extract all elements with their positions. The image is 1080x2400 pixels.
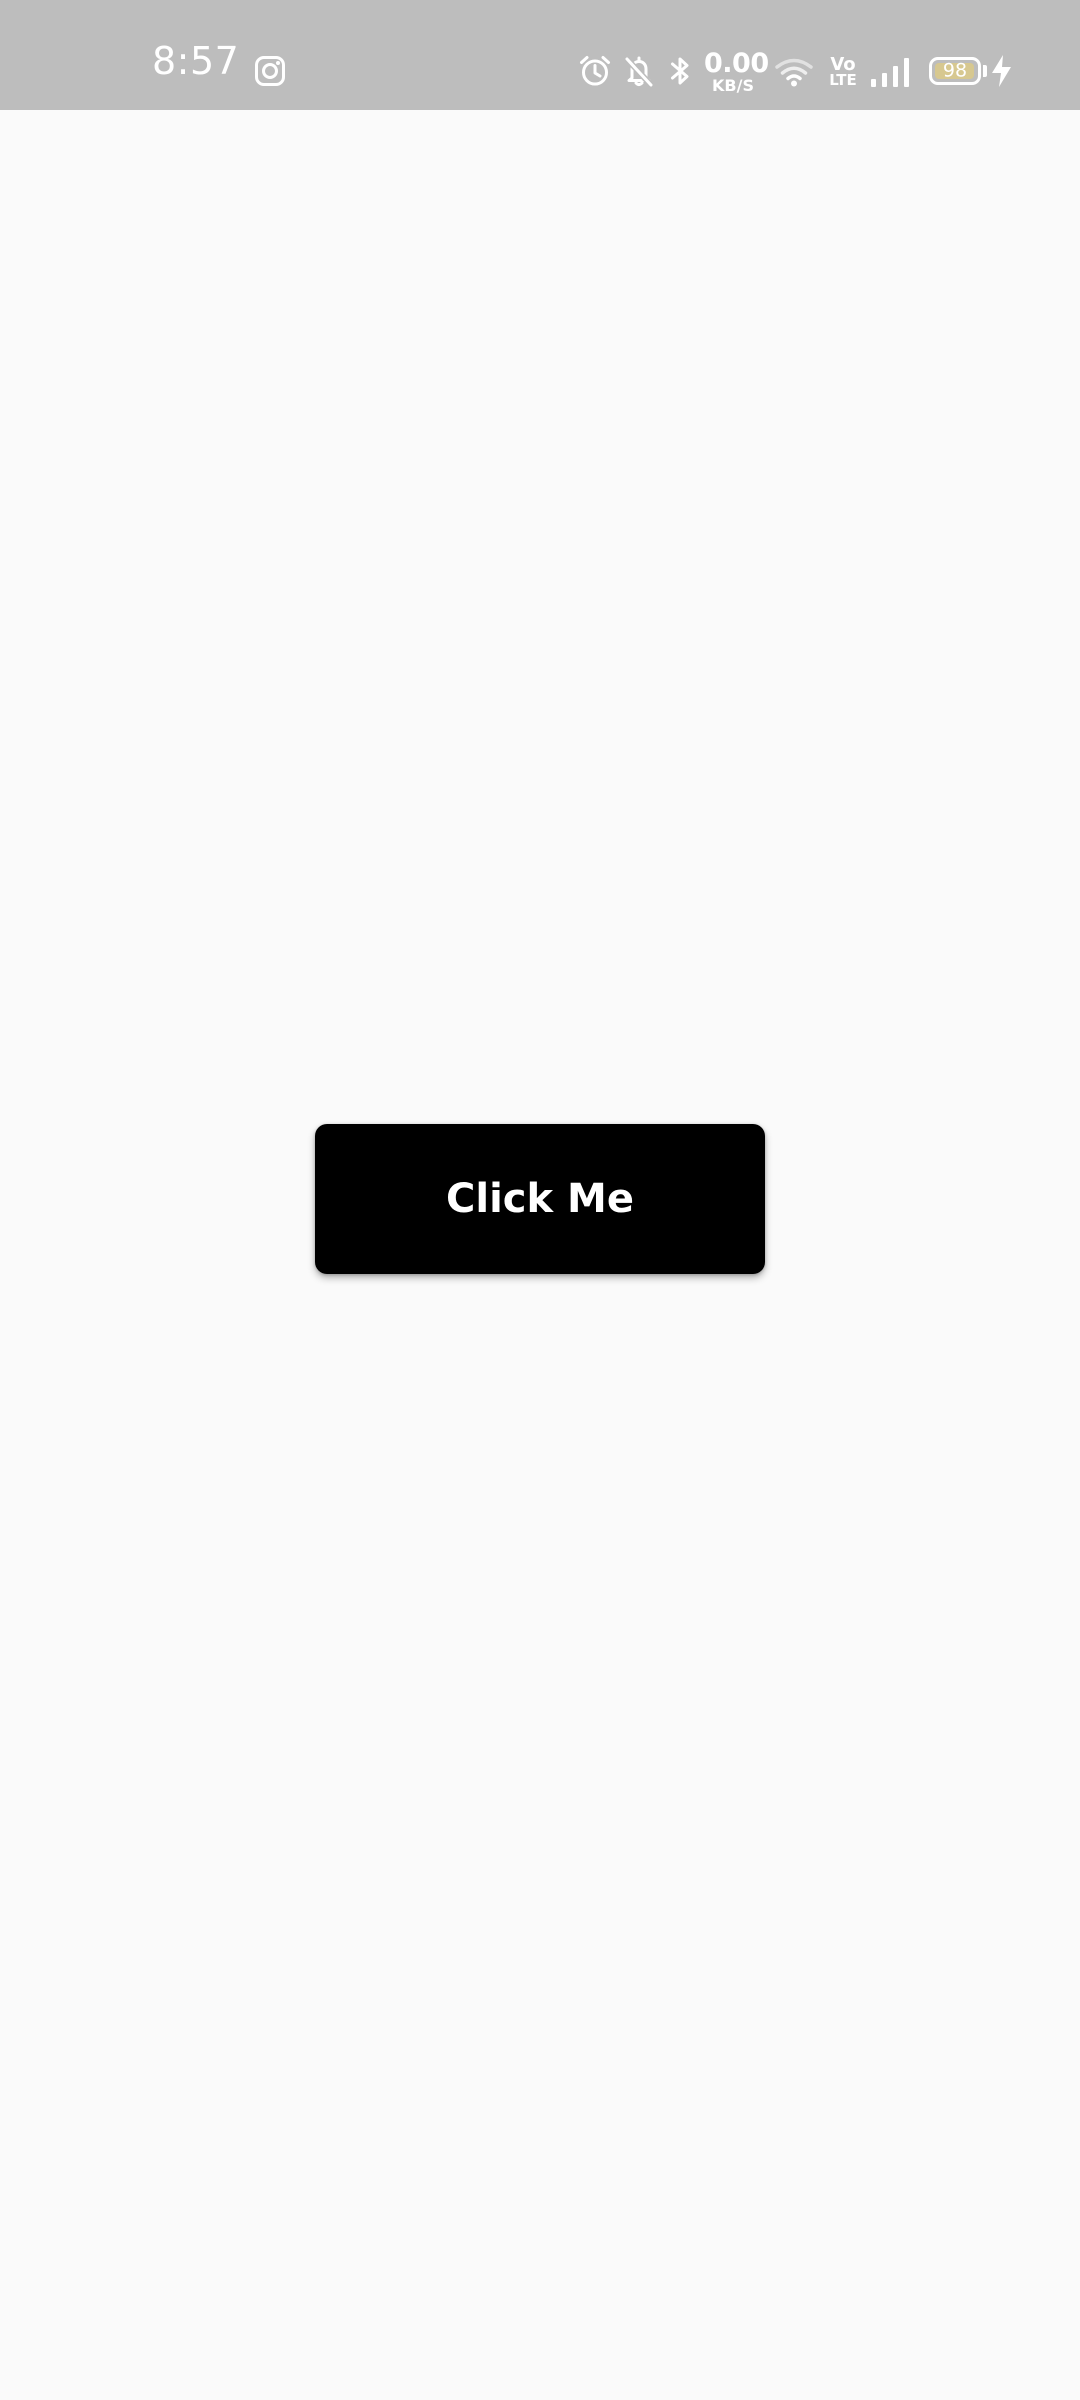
click-me-button[interactable]: Click Me [315, 1124, 765, 1274]
status-bar: 8:57 0.00 KB/S Vo LTE 98 [0, 0, 1080, 110]
battery-tip [983, 65, 987, 77]
volte-icon: Vo LTE [829, 55, 857, 90]
wifi-icon [775, 58, 813, 87]
battery-icon: 98 [929, 57, 981, 85]
charging-bolt-icon [992, 55, 1011, 87]
bell-off-icon [624, 56, 654, 88]
network-speed-value: 0.00 [704, 48, 769, 79]
network-speed-unit: KB/S [712, 76, 754, 95]
bluetooth-icon [671, 57, 689, 85]
instagram-icon [255, 56, 285, 86]
cellular-signal-icon [871, 58, 909, 87]
alarm-icon [580, 56, 610, 86]
volte-bottom-text: LTE [829, 71, 857, 90]
status-time: 8:57 [152, 39, 240, 83]
battery-level-text: 98 [942, 59, 968, 82]
network-speed: 0.00 KB/S [704, 48, 769, 95]
app-screen: 8:57 0.00 KB/S Vo LTE 98 Click Me [0, 0, 1080, 2400]
